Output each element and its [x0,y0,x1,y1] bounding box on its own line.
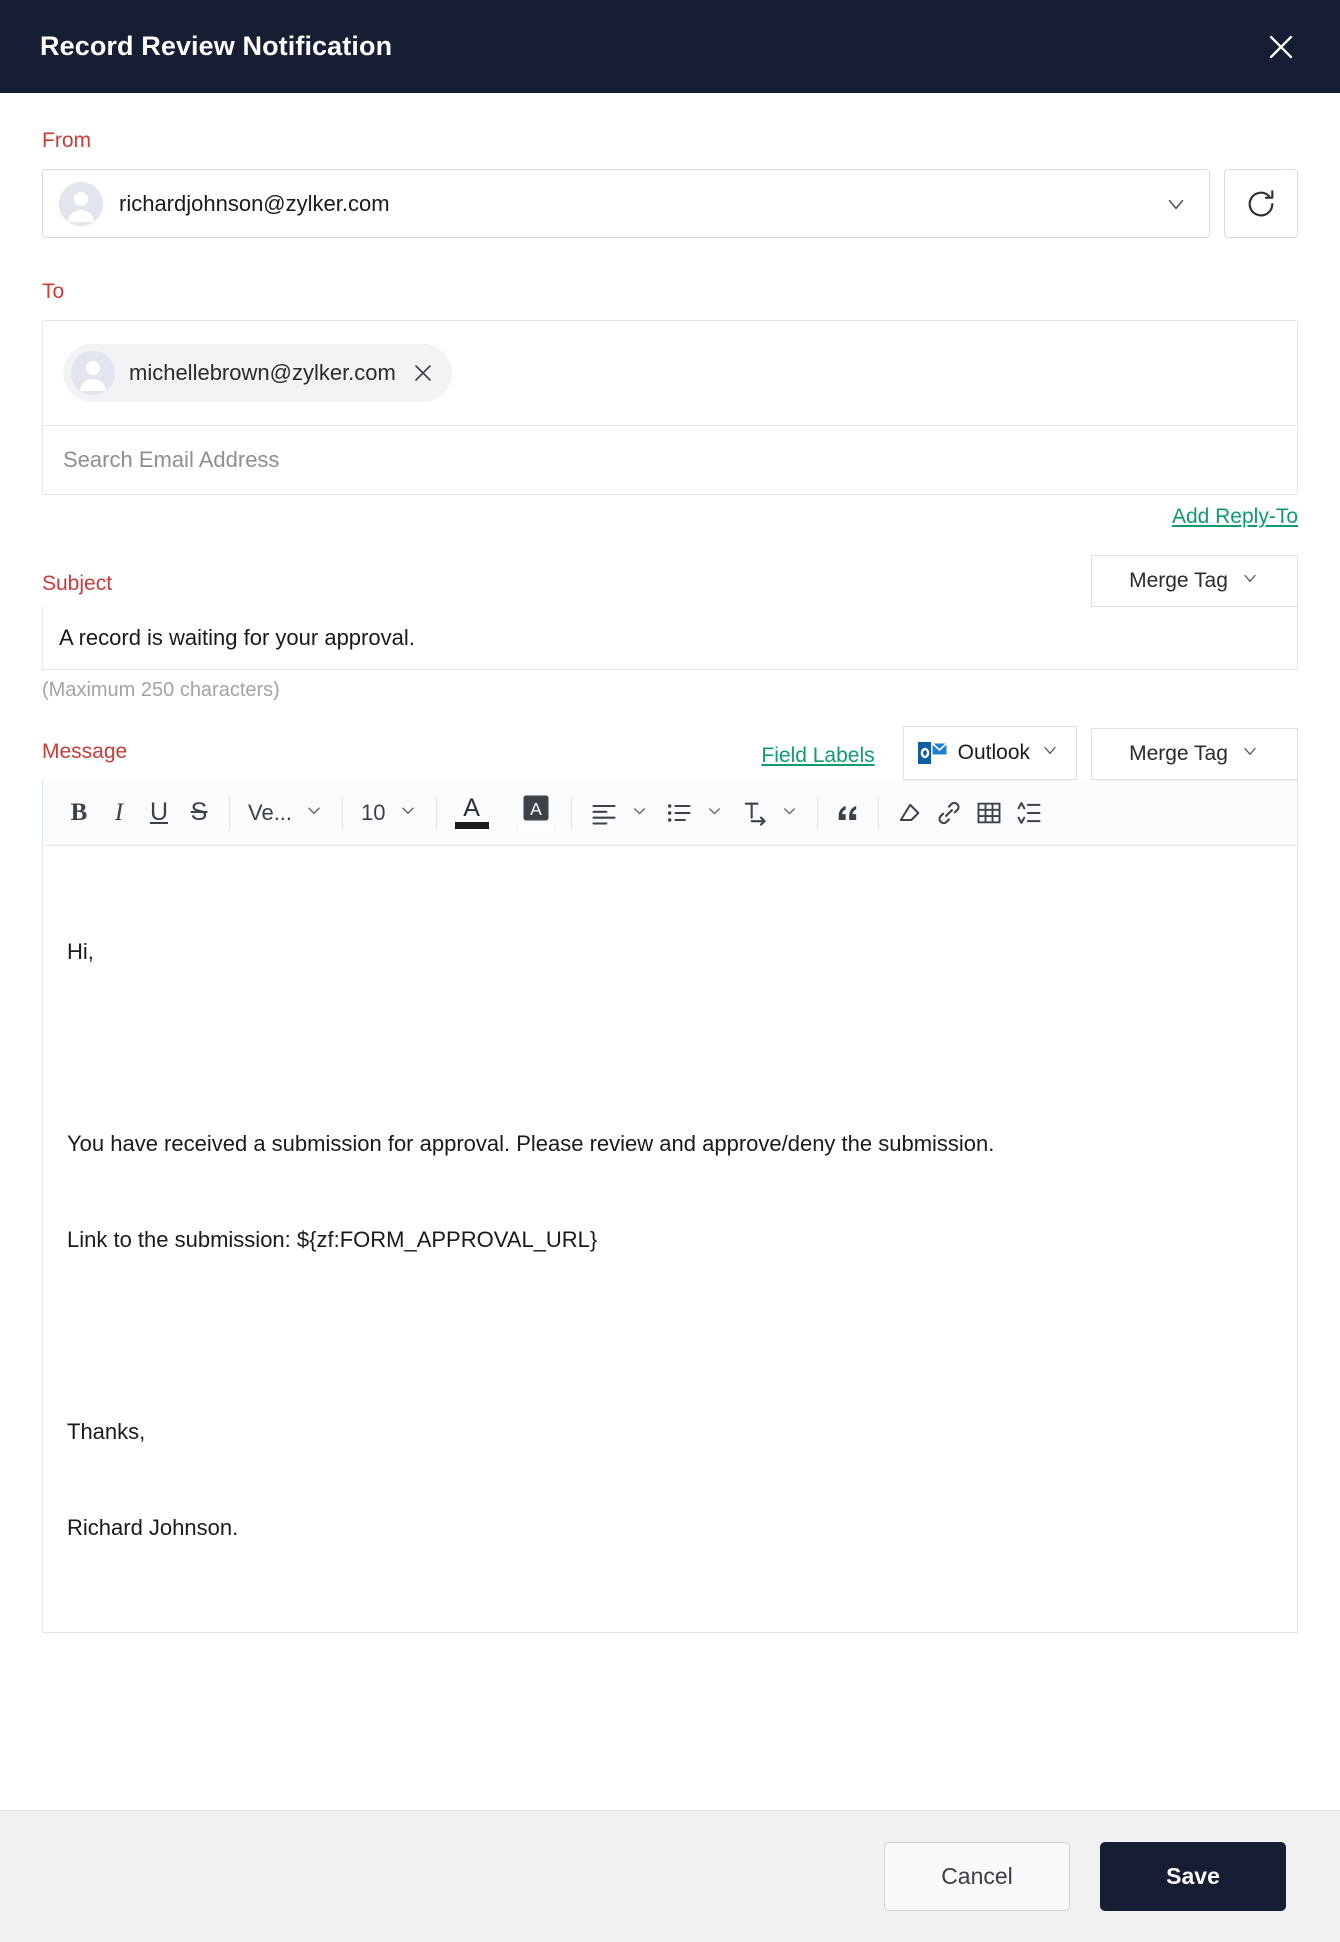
message-merge-tag-label: Merge Tag [1129,742,1228,765]
clear-format-icon[interactable] [889,790,929,836]
chevron-down-icon [1163,191,1189,217]
to-field: michellebrown@zylker.com [42,320,1298,495]
page-title: Record Review Notification [40,31,393,61]
italic-button[interactable]: I [99,790,139,836]
chevron-down-icon [1240,568,1260,594]
text-color-icon[interactable]: A [447,790,497,836]
underline-button[interactable]: U [139,790,179,836]
message-body-editor[interactable]: Hi, You have received a submission for a… [43,846,1297,1632]
modal-footer: Cancel Save [0,1810,1340,1942]
message-closing: Thanks, [67,1419,146,1444]
font-family-dropdown[interactable]: Ve... [240,790,332,836]
add-reply-to-row: Add Reply-To [42,505,1298,529]
editor-toolbar: B I U S Ve... 10 A A [43,780,1297,846]
add-reply-to-link[interactable]: Add Reply-To [1172,505,1298,529]
avatar-icon [59,181,103,226]
bold-button[interactable]: B [59,790,99,836]
subject-merge-tag-label: Merge Tag [1129,569,1228,592]
toolbar-divider [877,795,879,830]
to-label: To [42,280,65,303]
record-review-notification-modal: Record Review Notification From richardj… [0,0,1340,1942]
subject-hint: (Maximum 250 characters) [42,679,280,701]
outlook-label: Outlook [957,741,1030,764]
recipient-email: michellebrown@zylker.com [129,360,396,385]
toolbar-divider [816,795,818,830]
font-family-value: Ve... [248,799,293,825]
insert-link-icon[interactable] [929,790,969,836]
message-greeting: Hi, [67,939,94,964]
chevron-down-icon [1040,740,1060,766]
chevron-down-icon [780,800,799,826]
bullet-list-icon[interactable] [657,790,732,836]
from-email-value: richardjohnson@zylker.com [119,190,390,216]
svg-text:A: A [530,799,542,819]
chevron-down-icon [705,800,724,826]
chevron-down-icon [304,800,324,826]
toolbar-divider [570,795,572,830]
blockquote-icon[interactable] [828,790,868,836]
from-row: richardjohnson@zylker.com [42,169,1298,238]
chevron-down-icon [398,800,418,826]
close-icon[interactable] [1258,24,1304,70]
save-button[interactable]: Save [1100,1842,1286,1911]
avatar-icon [71,351,115,395]
recipient-chip: michellebrown@zylker.com [63,344,452,402]
toolbar-divider [435,795,437,830]
subject-merge-tag-button[interactable]: Merge Tag [1091,555,1298,607]
message-paragraph-2: Link to the submission: ${zf:FORM_APPROV… [67,1227,598,1252]
toolbar-divider [342,795,344,830]
insert-table-icon[interactable] [969,790,1009,836]
chevron-down-icon [630,800,649,826]
strikethrough-button[interactable]: S [179,790,219,836]
to-chip-list: michellebrown@zylker.com [43,321,1297,426]
outlook-icon [917,739,948,767]
from-select[interactable]: richardjohnson@zylker.com [42,169,1210,238]
chevron-down-icon [1240,741,1260,767]
message-merge-tag-button[interactable]: Merge Tag [1091,728,1298,780]
cancel-button[interactable]: Cancel [884,1842,1070,1911]
highlight-color-icon[interactable]: A [511,790,561,836]
from-label: From [42,129,91,152]
search-email-input[interactable] [63,447,1277,473]
message-signature: Richard Johnson. [67,1515,239,1540]
subject-label: Subject [42,572,113,595]
text-indent-icon[interactable] [732,790,807,836]
font-size-value: 10 [361,799,386,825]
close-icon[interactable] [410,360,436,386]
toolbar-divider [229,795,230,830]
align-left-icon[interactable] [582,790,657,836]
message-label: Message [42,740,128,763]
subject-input[interactable] [42,607,1298,670]
message-actions: Field Labels Outlook Merge Tag [761,726,1298,780]
field-labels-link[interactable]: Field Labels [761,744,874,768]
modal-header: Record Review Notification [0,0,1340,93]
modal-body: From richardjohnson@zylker.com To michel… [0,93,1340,1810]
refresh-icon[interactable] [1224,169,1298,238]
message-paragraph-1: You have received a submission for appro… [67,1131,995,1156]
line-height-icon[interactable] [1009,790,1049,836]
message-label-row: Message Field Labels Outlook Merge Tag [42,726,1298,780]
font-size-dropdown[interactable]: 10 [353,790,425,836]
to-search-row [43,426,1297,494]
subject-label-row: Subject Merge Tag [42,555,1298,607]
outlook-button[interactable]: Outlook [902,726,1077,780]
message-editor: B I U S Ve... 10 A A Hi, You have receiv… [42,780,1298,1633]
